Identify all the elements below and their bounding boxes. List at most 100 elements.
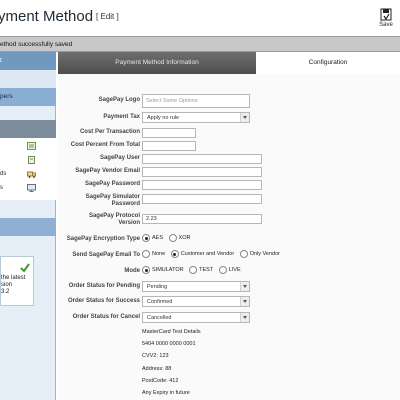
chevron-down-icon [240,313,249,322]
document-icon [28,156,35,164]
field-label: Order Status for Success [67,298,140,304]
mode-radio-group: SIMULATOR TEST LIVE [142,266,245,276]
status-pending-select[interactable]: Pending [142,281,250,292]
sidebar-section-label: t [0,57,2,64]
field-label: SagePay User [99,155,140,161]
radio-label: Only Vendor [249,251,281,257]
field-label-line: Version [118,220,140,226]
radio-label: None [152,251,166,257]
field-label-line: SagePay Protocol [88,213,140,219]
sidebar: t pers ds s the latest sion 3.2 [0,52,56,400]
tab-payment-method-information[interactable]: Payment Method Information [58,52,256,74]
status-cancel-select[interactable]: Cancelled [142,312,250,323]
payment-tax-select[interactable]: Apply no rule [142,112,250,123]
radio-test[interactable] [189,266,198,274]
field-label-line: SagePay Simulator [85,194,140,200]
status-pending-value: Pending [147,284,168,290]
save-button[interactable]: Save [376,8,396,34]
test-cvv2: CVV2: 123 [142,353,169,359]
truck-icon [27,171,36,178]
status-cancel-value: Cancelled [147,315,172,321]
test-expiry: Any Expiry in future [142,390,190,396]
page-title: yment Method[ Edit ] [0,8,119,25]
radio-aes[interactable] [142,234,150,242]
test-card-number: 5404 0000 0000 0001 [142,341,196,347]
update-notice[interactable]: the latest sion 3.2 [0,256,34,306]
sidebar-item-developers[interactable]: pers [0,88,56,106]
sidebar-tool-item[interactable] [0,156,56,166]
field-label: SagePay Vendor Email [75,168,140,174]
send-email-radio-group: None Customer and Vendor Only Vendor [142,250,284,260]
sagepay-password-input[interactable] [142,180,262,190]
field-label: SagePay Encryption Type [66,236,140,242]
test-details-heading: MasterCard Test Details [142,329,201,335]
cost-percent-input[interactable] [142,141,196,151]
radio-label: TEST [199,267,214,273]
field-label: Cost Percent From Total [70,142,140,148]
field-label: SagePay Simulator Password [58,194,140,208]
page-header: yment Method[ Edit ] Save [0,0,400,36]
status-success-select[interactable]: Confirmed [142,296,250,307]
success-message: ethod successfully saved [0,41,73,48]
update-notice-line: the latest [1,275,26,281]
configuration-form: SagePay Logo Select Some Options Payment… [58,74,400,400]
test-address: Address: 88 [142,366,172,372]
sidebar-tool-label: ds [0,171,7,177]
sidebar-tool-label: s [0,185,3,191]
simulator-password-input[interactable] [142,194,262,204]
chevron-down-icon [240,297,249,306]
monitor-icon [27,184,36,192]
field-label: SagePay Protocol Version [58,213,140,227]
radio-label: AES [152,235,164,241]
field-label: SagePay Logo [98,97,140,103]
save-label: Save [379,22,393,28]
test-postcode: PostCode: 412 [142,378,179,384]
chevron-down-icon [240,282,249,291]
field-label-line: Password [111,201,140,207]
encryption-radio-group: AES XOR [142,234,194,244]
tab-configuration[interactable]: Configuration [256,52,400,74]
cost-per-transaction-input[interactable] [142,128,196,138]
radio-label: SIMULATOR [152,267,184,273]
status-success-value: Confirmed [147,299,173,305]
sidebar-section-header[interactable]: t [0,52,56,70]
radio-label: LIVE [228,267,241,273]
sidebar-tools-panel: ds s [0,138,56,200]
sidebar-section-header-updates[interactable] [0,218,56,236]
radio-live[interactable] [218,266,227,274]
success-message-bar: ethod successfully saved [0,36,400,52]
sidebar-tool-item[interactable]: ds [0,170,56,180]
field-label: Send SagePay Email To [72,252,140,258]
logo-multiselect[interactable]: Select Some Options [142,94,250,108]
sagepay-user-input[interactable] [142,154,262,164]
field-label: Payment Tax [103,114,140,120]
payment-tax-value: Apply no rule [147,115,180,121]
vendor-email-input[interactable] [142,167,262,177]
radio-customer-and-vendor[interactable] [170,250,179,258]
radio-simulator[interactable] [142,266,150,274]
field-label: Mode [124,268,140,274]
radio-xor[interactable] [168,234,177,242]
checkmark-icon [20,263,30,273]
save-icon [380,8,392,21]
radio-none[interactable] [142,250,150,258]
chevron-down-icon [240,113,249,122]
edit-link[interactable]: [ Edit ] [96,12,119,21]
list-icon [27,142,36,150]
field-label: Order Status for Cancel [72,314,140,320]
sidebar-tool-item[interactable] [0,142,56,152]
field-label: Order Status for Pending [68,283,140,289]
field-label: Cost Per Transaction [79,129,140,135]
radio-label: Customer and Vendor [180,251,235,257]
page-title-text: yment Method [0,8,94,25]
protocol-version-input[interactable]: 2.23 [142,214,262,224]
sidebar-spacer [0,70,56,88]
radio-only-vendor[interactable] [239,250,248,258]
sidebar-item-label: pers [0,93,13,100]
field-label: SagePay Password [84,181,140,187]
radio-label: XOR [178,235,191,241]
update-notice-line: sion [1,282,13,288]
sidebar-section-header-tools[interactable] [0,120,56,138]
sidebar-tool-item[interactable]: s [0,184,56,194]
update-notice-line: 3.2 [1,289,10,295]
